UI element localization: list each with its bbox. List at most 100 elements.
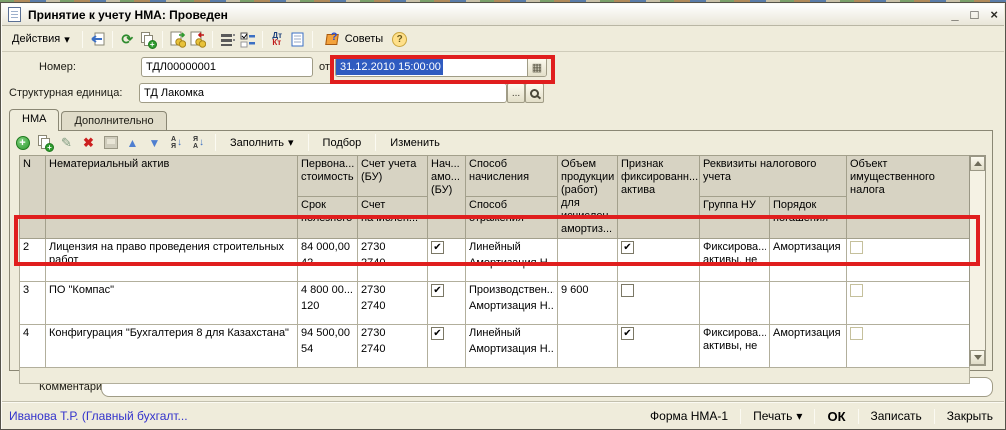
cell-cost[interactable]: 94 500,0054 [298,325,358,368]
col-header-n[interactable]: N [20,156,46,239]
number-input[interactable] [141,57,313,77]
unit-search-button[interactable] [525,83,544,103]
cell-fixed[interactable] [618,282,700,325]
document-structure-icon[interactable] [219,31,236,48]
cell-method[interactable]: ЛинейныйАмортизация Н... [466,239,558,282]
set-flags-icon[interactable] [239,31,256,48]
close-form-button[interactable]: Закрыть [943,407,997,425]
cell-tax-order[interactable]: Амортизация [770,325,847,368]
cell-fixed[interactable]: ✔ [618,325,700,368]
col-header-volume[interactable]: Объем продукции (работ) для исчислен... … [558,156,618,239]
table-row[interactable]: 2 Лицензия на право проведения строитель… [20,239,970,282]
cell-property[interactable] [847,239,970,282]
cell-n[interactable]: 3 [20,282,46,325]
date-input[interactable]: 31.12.2010 15:00:00 ▦ [335,57,547,77]
delete-row-button[interactable]: ✖ [80,134,97,151]
move-row-up-button[interactable]: ▲ [124,134,141,151]
col-subheader-reflect[interactable]: Способ отражения [466,196,558,238]
cell-asset[interactable]: ПО "Компас" [46,282,298,325]
fixed-asset-checkbox[interactable]: ✔ [621,241,634,254]
post-document-icon[interactable] [169,31,186,48]
accrue-checkbox[interactable]: ✔ [431,284,444,297]
cell-property[interactable] [847,325,970,368]
cell-cost[interactable]: 84 000,0042 [298,239,358,282]
ok-button[interactable]: ОК [823,407,849,426]
pick-button[interactable]: Подбор [317,135,368,151]
sort-ascending-button[interactable]: АЯ ↓ [168,134,185,151]
actions-menu-button[interactable]: Действия ▾ [6,30,76,49]
cell-volume[interactable] [558,239,618,282]
table-row[interactable]: 3 ПО "Компас" 4 800 00...120 27302740 ✔ … [20,282,970,325]
col-subheader-nu-order[interactable]: Порядок погашения [770,196,847,238]
property-tax-checkbox[interactable] [850,241,863,254]
cell-volume[interactable]: 9 600 [558,282,618,325]
document-register-icon[interactable] [289,31,306,48]
cell-volume[interactable] [558,325,618,368]
fill-menu-button[interactable]: Заполнить ▾ [224,134,300,151]
fixed-asset-checkbox[interactable]: ✔ [621,327,634,340]
unit-ellipsis-button[interactable]: ... [507,83,525,103]
refresh-icon[interactable]: ⟳ [119,31,136,48]
property-tax-checkbox[interactable] [850,327,863,340]
col-header-accrue[interactable]: Нач... амо... (БУ) [428,156,466,239]
col-subheader-account2[interactable]: Счет начислен... [358,196,428,238]
col-subheader-nu-group[interactable]: Группа НУ [700,196,770,238]
edit-row-button[interactable]: ✎ [58,134,75,151]
col-header-fixed[interactable]: Признак фиксированн... актива [618,156,700,239]
responsible-user-link[interactable]: Иванова Т.Р. (Главный бухгалт... [9,409,188,423]
property-tax-checkbox[interactable] [850,284,863,297]
scroll-down-button[interactable] [970,350,985,365]
cell-account[interactable]: 27302740 [358,239,428,282]
end-edit-button[interactable] [102,134,119,151]
cell-asset[interactable]: Лицензия на право проведения строительны… [46,239,298,282]
col-header-property[interactable]: Объект имущественного налога [847,156,970,239]
col-header-account[interactable]: Счет учета (БУ) [358,156,428,197]
col-header-asset[interactable]: Нематериальный актив [46,156,298,239]
col-header-cost[interactable]: Первона... стоимость [298,156,358,197]
accrue-checkbox[interactable]: ✔ [431,241,444,254]
cell-tax-order[interactable]: Амортизация [770,239,847,282]
cell-tax-group[interactable]: Фиксирова...активы, не [700,239,770,282]
save-button[interactable]: Записать [867,407,926,425]
help-icon[interactable]: ? [392,32,407,47]
form-nma1-button[interactable]: Форма НМА-1 [646,407,732,425]
structural-unit-input[interactable] [139,83,507,103]
add-row-button[interactable]: + [14,134,31,151]
cell-n[interactable]: 4 [20,325,46,368]
tab-additional[interactable]: Дополнительно [61,111,166,131]
reread-document-icon[interactable] [89,31,106,48]
calendar-picker-button[interactable]: ▦ [527,58,546,76]
change-button[interactable]: Изменить [384,135,446,151]
move-row-down-button[interactable]: ▼ [146,134,163,151]
copy-document-icon[interactable]: + [139,31,156,48]
dtkt-postings-icon[interactable]: ДтКт [269,31,286,48]
cell-accrue[interactable]: ✔ [428,239,466,282]
cell-property[interactable] [847,282,970,325]
cell-asset[interactable]: Конфигурация "Бухгалтерия 8 для Казахста… [46,325,298,368]
cell-tax-order[interactable] [770,282,847,325]
add-copy-row-button[interactable]: + [36,134,53,151]
tab-nma[interactable]: НМА [9,109,59,131]
sort-descending-button[interactable]: ЯА ↓ [190,134,207,151]
accrue-checkbox[interactable]: ✔ [431,327,444,340]
tips-button[interactable]: ? Советы [319,29,389,50]
table-row[interactable]: 4 Конфигурация "Бухгалтерия 8 для Казахс… [20,325,970,368]
print-menu-button[interactable]: Печать ▾ [749,407,806,425]
close-button[interactable]: × [990,8,998,22]
maximize-button[interactable]: □ [971,8,979,22]
col-subheader-term[interactable]: Срок полезного [298,196,358,238]
cell-tax-group[interactable] [700,282,770,325]
minimize-button[interactable]: _ [951,8,958,22]
table-vertical-scrollbar[interactable] [969,155,986,366]
cell-accrue[interactable]: ✔ [428,282,466,325]
cell-cost[interactable]: 4 800 00...120 [298,282,358,325]
scroll-up-button[interactable] [970,156,985,171]
fixed-asset-checkbox[interactable] [621,284,634,297]
cell-fixed[interactable]: ✔ [618,239,700,282]
unpost-document-icon[interactable] [189,31,206,48]
cell-account[interactable]: 27302740 [358,325,428,368]
cell-account[interactable]: 27302740 [358,282,428,325]
cell-accrue[interactable]: ✔ [428,325,466,368]
cell-tax-group[interactable]: Фиксирова...активы, не [700,325,770,368]
col-header-tax-group[interactable]: Реквизиты налогового учета [700,156,847,197]
